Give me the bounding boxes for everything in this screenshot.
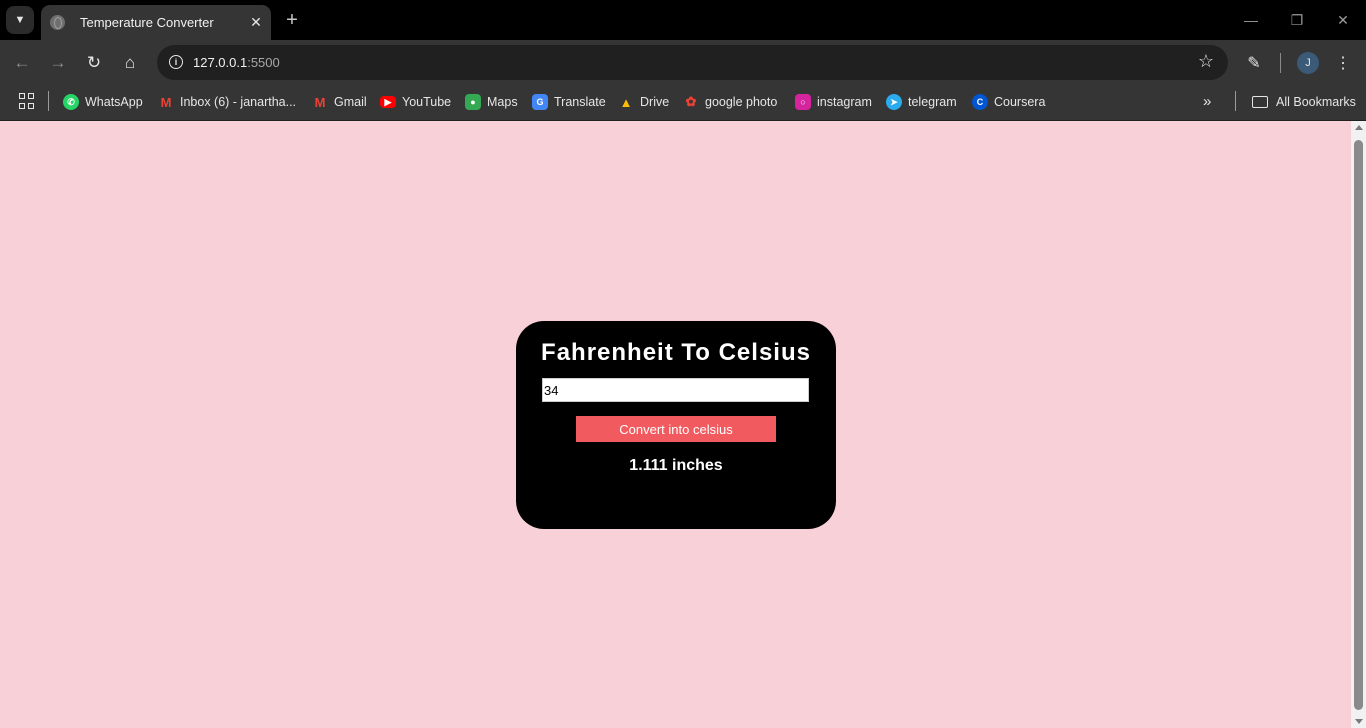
scroll-up-icon[interactable]	[1355, 125, 1363, 130]
coursera-icon: C	[972, 94, 988, 110]
drive-icon: ▲	[619, 94, 633, 110]
bookmark-translate[interactable]: G Translate	[532, 91, 606, 113]
telegram-icon: ➤	[886, 94, 902, 110]
globe-icon	[50, 15, 65, 30]
tab-title: Temperature Converter	[80, 15, 214, 30]
converter-card: Fahrenheit To Celsius Convert into celsi…	[516, 321, 836, 529]
reload-button[interactable]: ↻	[81, 50, 107, 76]
page-viewport: Fahrenheit To Celsius Convert into celsi…	[0, 121, 1351, 728]
folder-icon	[1252, 96, 1268, 108]
bookmark-coursera[interactable]: C Coursera	[972, 91, 1045, 113]
apps-grid-icon[interactable]	[19, 93, 35, 109]
close-tab-icon[interactable]: ✕	[247, 14, 265, 31]
url-text: 127.0.0.1:5500	[193, 55, 280, 70]
maps-icon: ●	[465, 94, 481, 110]
instagram-icon: ○	[795, 94, 811, 110]
bookmark-maps[interactable]: ● Maps	[465, 91, 518, 113]
bookmarks-divider	[48, 91, 49, 111]
bookmark-star-icon[interactable]: ☆	[1198, 51, 1214, 72]
bookmark-drive[interactable]: ▲ Drive	[618, 91, 670, 113]
bookmark-telegram[interactable]: ➤ telegram	[886, 91, 957, 113]
page-scrollbar[interactable]	[1351, 121, 1366, 728]
bookmark-instagram[interactable]: ○ instagram	[795, 91, 872, 113]
home-button[interactable]: ⌂	[117, 50, 143, 76]
gmail-icon: M	[314, 94, 326, 110]
restore-button[interactable]: ❐	[1274, 0, 1320, 40]
new-tab-button[interactable]: +	[282, 9, 302, 31]
scroll-thumb[interactable]	[1354, 140, 1363, 710]
site-info-icon[interactable]: i	[165, 51, 187, 73]
toolbar-divider	[1280, 53, 1281, 73]
bookmark-google-photo[interactable]: ✿ google photo	[683, 91, 778, 113]
scroll-down-icon[interactable]	[1355, 719, 1363, 724]
convert-button[interactable]: Convert into celsius	[576, 416, 776, 442]
photos-icon: ✿	[685, 94, 697, 109]
youtube-icon: ▶	[380, 96, 396, 108]
bookmark-youtube[interactable]: ▶ YouTube	[380, 91, 451, 113]
all-bookmarks-button[interactable]: All Bookmarks	[1252, 91, 1356, 113]
window-controls: — ❐ ✕	[1228, 0, 1366, 40]
menu-icon[interactable]: ⋮	[1330, 50, 1356, 76]
fahrenheit-input[interactable]	[542, 378, 809, 402]
close-window-button[interactable]: ✕	[1320, 0, 1366, 40]
browser-toolbar: ← → ↻ ⌂ i 127.0.0.1:5500 ☆ ✎ ⋮	[0, 40, 1366, 85]
tab-strip: ▼ Temperature Converter ✕ + — ❐ ✕	[0, 0, 1366, 40]
tab-search-button[interactable]: ▼	[6, 6, 34, 34]
translate-icon: G	[532, 94, 548, 110]
back-button[interactable]: ←	[9, 50, 35, 76]
minimize-button[interactable]: —	[1228, 0, 1274, 40]
result-text: 1.111 inches	[629, 457, 723, 474]
profile-avatar[interactable]: J	[1297, 52, 1319, 74]
extensions-icon[interactable]: ✎	[1241, 50, 1267, 76]
forward-button[interactable]: →	[45, 50, 71, 76]
bookmarks-bar: ✆ WhatsApp M Inbox (6) - janartha... M G…	[0, 85, 1366, 121]
gmail-icon: M	[160, 94, 172, 110]
address-bar[interactable]: i 127.0.0.1:5500 ☆	[157, 45, 1228, 80]
more-bookmarks-icon[interactable]: »	[1203, 93, 1211, 110]
bookmark-gmail[interactable]: M Gmail	[312, 91, 367, 113]
page-title: Fahrenheit To Celsius	[541, 339, 811, 366]
active-tab[interactable]: Temperature Converter ✕	[41, 5, 271, 40]
whatsapp-icon: ✆	[63, 94, 79, 110]
bookmark-whatsapp[interactable]: ✆ WhatsApp	[63, 91, 143, 113]
bookmarks-divider	[1235, 91, 1236, 111]
bookmark-inbox[interactable]: M Inbox (6) - janartha...	[158, 91, 296, 113]
